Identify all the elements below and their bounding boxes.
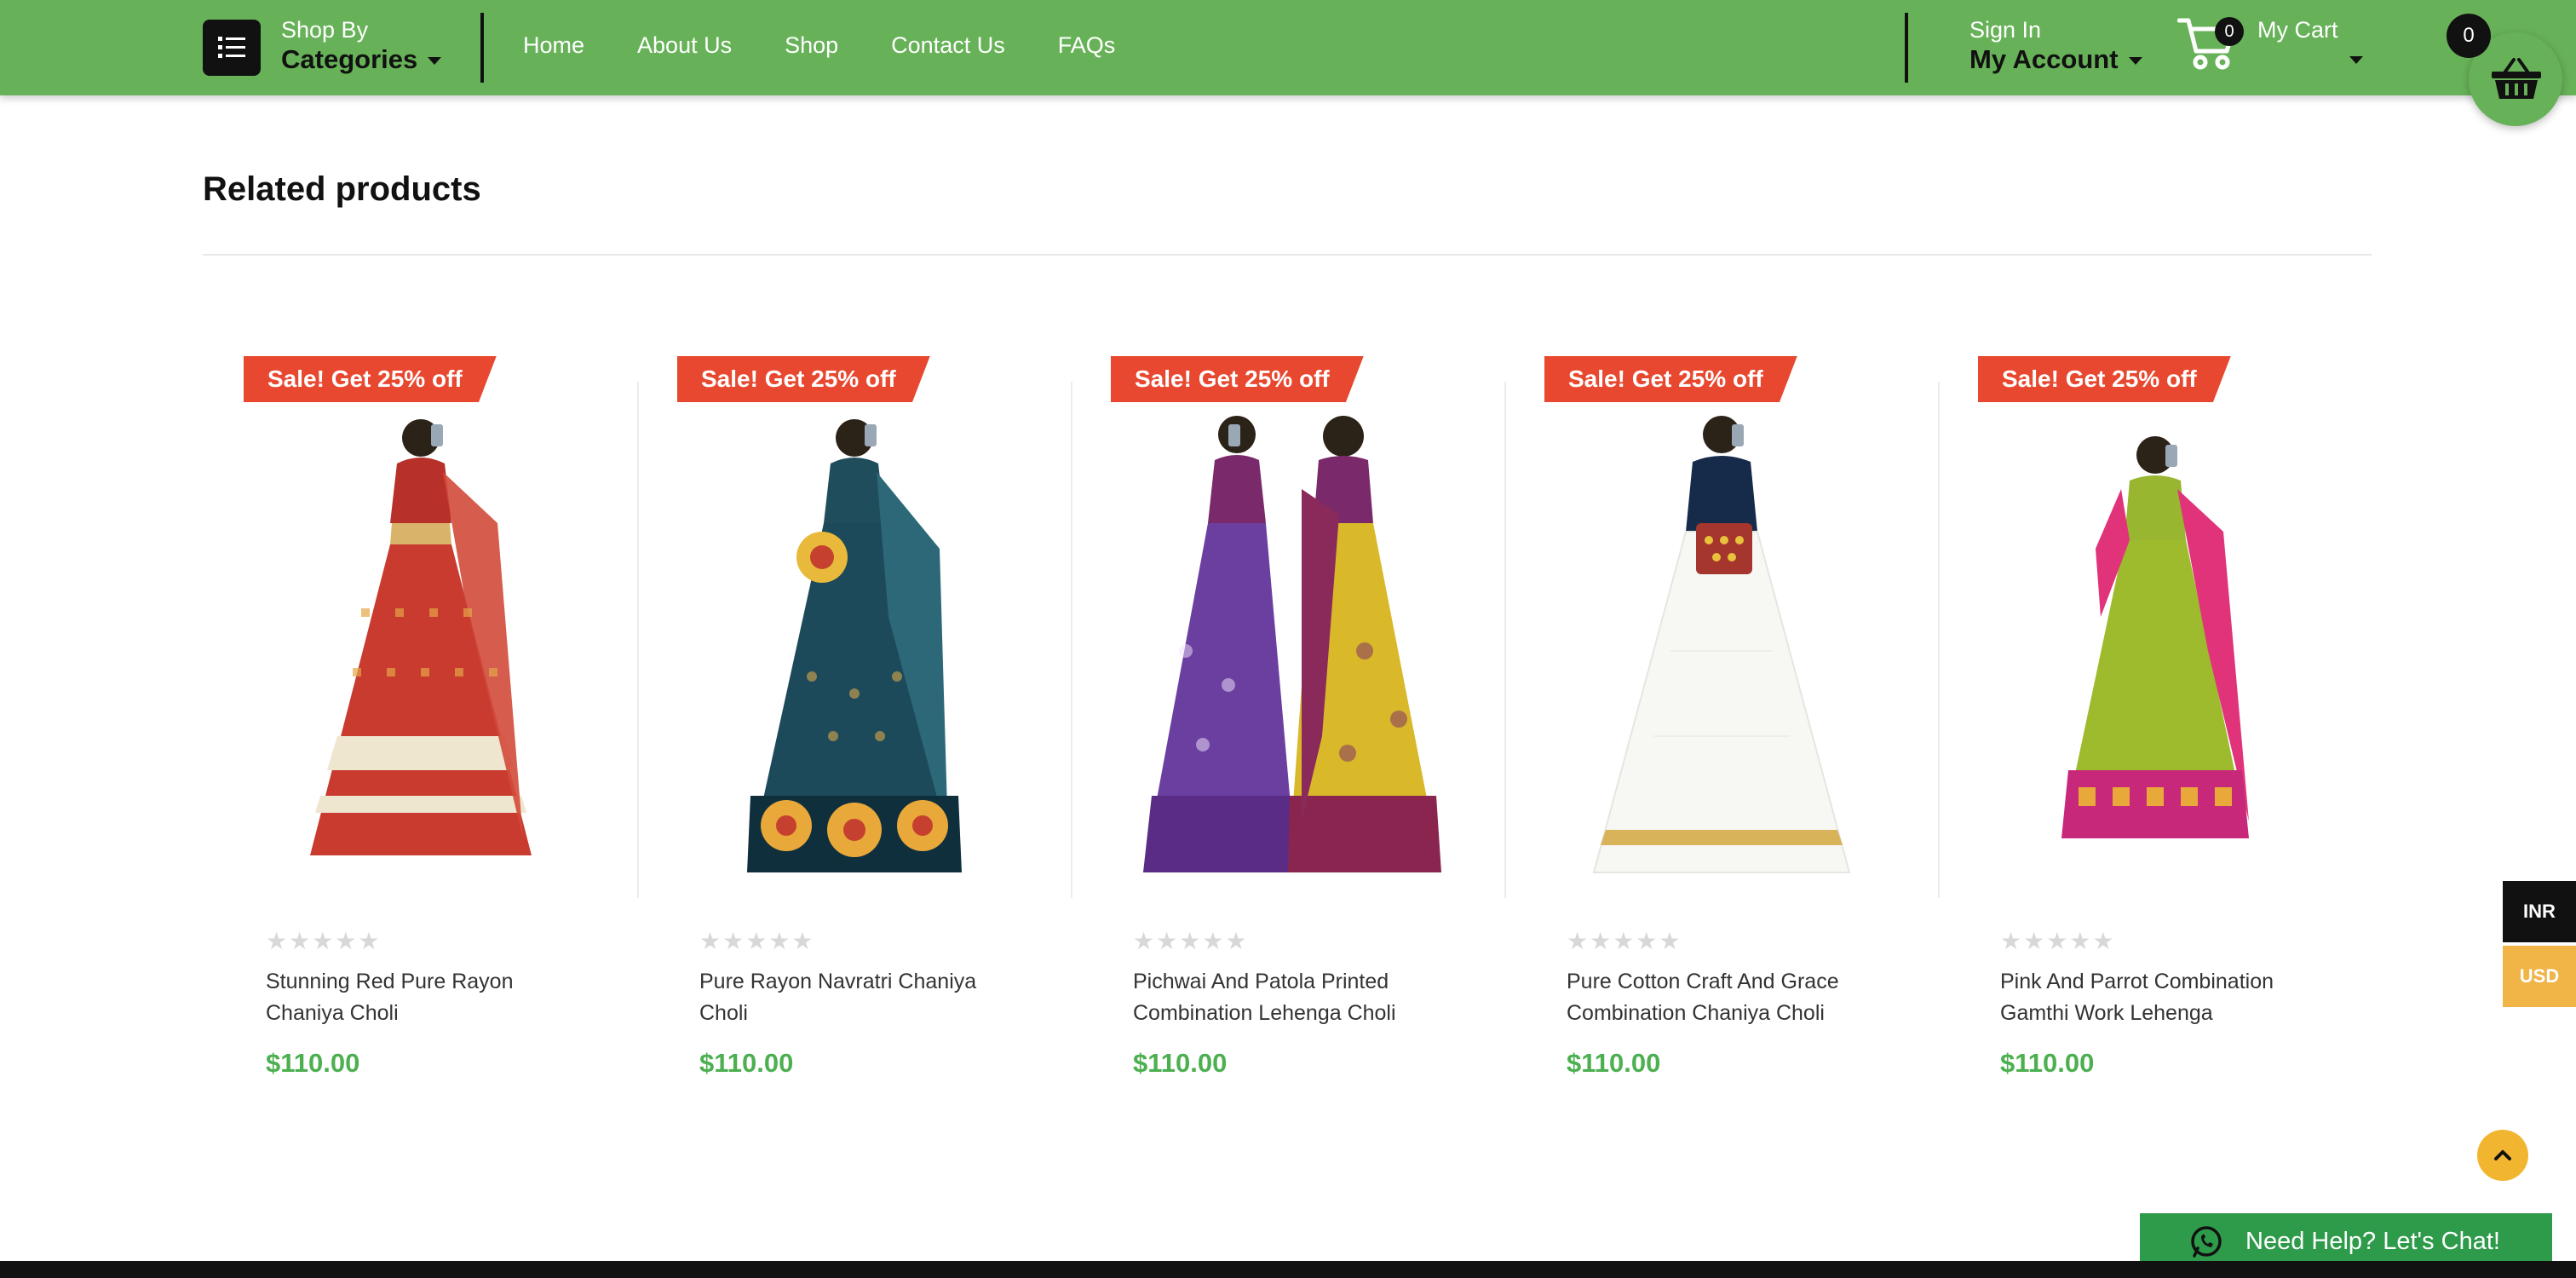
- header-divider: [1905, 13, 1908, 83]
- product-card[interactable]: Sale! Get 25% off ★★★★★ Pure Rayon Navra…: [636, 356, 1070, 1097]
- basket-icon: [2492, 58, 2541, 99]
- section-title: Related products: [203, 170, 481, 208]
- product-image[interactable]: [1109, 395, 1467, 907]
- whatsapp-icon: [2191, 1226, 2222, 1258]
- my-cart-label[interactable]: My Cart: [2257, 17, 2338, 43]
- product-image[interactable]: [242, 395, 600, 907]
- nav-faqs[interactable]: FAQs: [1058, 32, 1116, 59]
- product-price: $110.00: [1133, 1048, 1228, 1078]
- product-name[interactable]: Pichwai And Patola Printed Combination L…: [1133, 966, 1440, 1029]
- product-price: $110.00: [1567, 1048, 1661, 1078]
- my-account-dropdown[interactable]: My Account: [1969, 44, 2142, 75]
- categories-menu-button[interactable]: [203, 20, 261, 76]
- footer: [0, 1261, 2576, 1278]
- section-divider: [203, 254, 2372, 256]
- main-nav: Home About Us Shop Contact Us FAQs: [523, 32, 1168, 59]
- chevron-down-icon: [2128, 57, 2142, 66]
- product-name[interactable]: Pure Rayon Navratri Chaniya Choli: [699, 966, 1006, 1029]
- nav-about-us[interactable]: About Us: [637, 32, 732, 59]
- rating-stars: ★★★★★: [1567, 928, 1682, 954]
- product-image[interactable]: [1543, 395, 1900, 907]
- header-divider: [480, 13, 484, 83]
- product-card[interactable]: Sale! Get 25% off ★★★★★ Pink And Parrot …: [1937, 356, 2371, 1097]
- my-account-label: My Account: [1969, 44, 2119, 74]
- cart-count-badge: 0: [2215, 17, 2244, 46]
- chevron-up-icon: [2494, 1150, 2511, 1160]
- categories-caption: Shop By: [281, 17, 369, 43]
- nav-shop[interactable]: Shop: [785, 32, 838, 59]
- rating-stars: ★★★★★: [1133, 928, 1249, 954]
- product-name[interactable]: Pink And Parrot Combination Gamthi Work …: [2000, 966, 2307, 1029]
- product-price: $110.00: [699, 1048, 794, 1078]
- rating-stars: ★★★★★: [699, 928, 815, 954]
- rating-stars: ★★★★★: [2000, 928, 2116, 954]
- list-icon: [218, 37, 245, 58]
- product-card[interactable]: Sale! Get 25% off ★★★★★ Stunning Red Pur…: [203, 356, 636, 1097]
- chevron-down-icon: [428, 57, 442, 66]
- nav-contact-us[interactable]: Contact Us: [891, 32, 1005, 59]
- product-image[interactable]: [676, 395, 1033, 907]
- categories-dropdown[interactable]: Categories: [281, 44, 442, 75]
- basket-count-badge: 0: [2447, 14, 2491, 58]
- product-name[interactable]: Stunning Red Pure Rayon Chaniya Choli: [266, 966, 572, 1029]
- product-image[interactable]: [1976, 395, 2334, 907]
- rating-stars: ★★★★★: [266, 928, 382, 954]
- categories-label: Categories: [281, 44, 418, 74]
- product-card[interactable]: Sale! Get 25% off ★★★★★ Pure Cotton Craf…: [1504, 356, 1937, 1097]
- site-header: Shop By Categories Home About Us Shop Co…: [0, 0, 2576, 95]
- product-name[interactable]: Pure Cotton Craft And Grace Combination …: [1567, 966, 1873, 1029]
- product-price: $110.00: [266, 1048, 360, 1078]
- chevron-down-icon[interactable]: [2349, 56, 2363, 64]
- product-card[interactable]: Sale! Get 25% off ★★★★★ Pichwai And Pato…: [1070, 356, 1504, 1097]
- back-to-top-button[interactable]: [2477, 1130, 2528, 1181]
- nav-home[interactable]: Home: [523, 32, 584, 59]
- product-price: $110.00: [2000, 1048, 2095, 1078]
- currency-usd-button[interactable]: USD: [2503, 946, 2576, 1007]
- currency-inr-button[interactable]: INR: [2503, 881, 2576, 942]
- signin-caption: Sign In: [1969, 17, 2042, 43]
